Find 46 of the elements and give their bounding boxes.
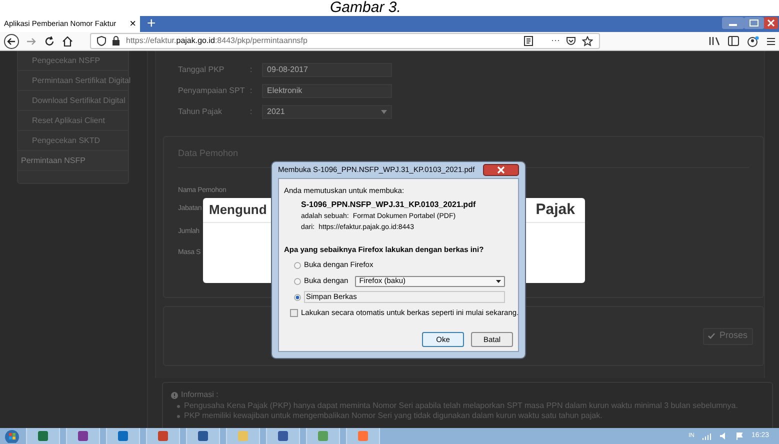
readonly-field: 09-08-2017 (262, 62, 392, 76)
checkbox[interactable] (290, 309, 298, 317)
close-tab-button[interactable]: × (130, 18, 136, 30)
field-separator: : (250, 64, 254, 76)
modal-title: Pajak (536, 200, 575, 220)
lock-icon (112, 36, 120, 46)
bullet-icon (177, 404, 180, 408)
modal-title: Mengund (209, 201, 267, 220)
dropdown-caret-icon (381, 110, 387, 114)
start-orb-icon[interactable] (4, 429, 20, 443)
readonly-field: Elektronik (262, 84, 392, 98)
dropdown-caret-icon (496, 280, 501, 282)
sidebar-icon[interactable] (728, 36, 739, 46)
radio-button[interactable] (294, 278, 301, 284)
pocket-icon[interactable] (566, 36, 576, 46)
library-icon[interactable] (709, 36, 720, 46)
radio-button[interactable] (294, 294, 301, 300)
reload-icon[interactable] (44, 36, 55, 46)
field-separator: : (250, 106, 254, 118)
forward-icon[interactable] (26, 36, 37, 46)
address-bar[interactable]: https://efaktur.pajak.go.id:8443/pkp/permintaannsfp ··· (90, 33, 600, 49)
reader-view-icon[interactable] (524, 36, 533, 46)
info-icon (171, 392, 178, 398)
home-icon[interactable] (62, 36, 73, 46)
check-icon (708, 333, 716, 339)
account-icon[interactable] (747, 36, 759, 46)
field-separator: : (250, 84, 254, 96)
field-label: Tanggal PKP (178, 64, 226, 76)
field-label: Tahun Pajak (178, 106, 224, 118)
file-name: S-1096_PPN.NSFP_WPJ.31_KP.0103_2021.pdf (300, 199, 477, 211)
new-tab-button[interactable]: + (147, 15, 156, 32)
field-label: Penyampaian SPT (178, 84, 246, 96)
signal-icon (702, 432, 712, 440)
more-actions-button[interactable]: ··· (551, 34, 560, 48)
bullet-icon (177, 414, 180, 418)
flag-icon (736, 432, 744, 440)
info-title: Informasi : (181, 389, 218, 401)
menu-icon[interactable] (767, 36, 775, 46)
radio-button[interactable] (294, 262, 301, 268)
url-text: https://efaktur.pajak.go.id:8443/pkp/permintaannsfp (126, 35, 308, 47)
back-icon[interactable] (4, 34, 19, 48)
bookmark-star-icon[interactable] (582, 36, 593, 46)
close-icon[interactable] (483, 164, 519, 176)
figure-caption: Gambar 3. (330, 0, 401, 16)
shield-icon (97, 36, 106, 46)
year-select[interactable]: 2021 (262, 104, 392, 118)
